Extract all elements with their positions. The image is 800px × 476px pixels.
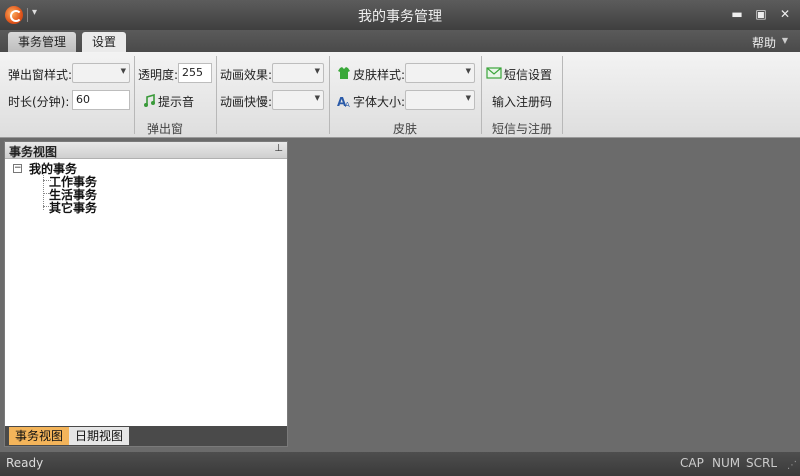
chevron-down-icon: ▼ <box>120 67 126 75</box>
chevron-down-icon: ▼ <box>465 94 471 102</box>
panel-bottom-tabs: 事务视图 日期视图 <box>5 426 287 446</box>
duration-label: 时长(分钟): <box>8 95 70 109</box>
window-title: 我的事务管理 <box>358 9 442 25</box>
chevron-down-icon: ▼ <box>314 67 320 75</box>
sound-button[interactable]: 提示音 <box>158 93 194 110</box>
ribbon-panel: 弹出窗样式: ▼ 时长(分钟): 60 透明度: 255 提示音 动画效果: ▼… <box>0 52 800 138</box>
opacity-label: 透明度: <box>138 68 179 82</box>
tab-date-view[interactable]: 日期视图 <box>69 427 130 445</box>
pin-icon[interactable]: ⊥ <box>274 143 283 154</box>
skin-group-label: 皮肤 <box>392 122 417 136</box>
popup-style-select[interactable]: ▼ <box>72 63 130 83</box>
sms-group-label: 短信与注册 <box>491 122 552 136</box>
minimize-icon[interactable]: ▬ <box>728 6 746 22</box>
font-size-label: 字体大小: <box>353 95 406 109</box>
tab-task-management[interactable]: 事务管理 <box>8 32 77 52</box>
register-code-button[interactable]: 输入注册码 <box>492 93 552 110</box>
anim-speed-select[interactable]: ▼ <box>272 90 324 110</box>
help-menu[interactable]: 帮助 <box>752 34 776 51</box>
group-separator <box>562 56 563 134</box>
num-indicator: NUM <box>712 456 741 470</box>
panel-title: 事务视图 <box>9 145 58 159</box>
font-size-icon: A A <box>337 95 350 108</box>
resize-grip-icon[interactable]: ⋰ <box>787 460 797 471</box>
status-bar: Ready CAP NUM SCRL ⋰ <box>0 452 800 476</box>
caps-indicator: CAP <box>680 456 704 470</box>
tree-line <box>43 173 44 210</box>
tab-task-view[interactable]: 事务视图 <box>9 427 70 445</box>
chevron-down-icon[interactable]: ▼ <box>782 36 788 45</box>
chevron-down-icon: ▼ <box>314 94 320 102</box>
anim-effect-select[interactable]: ▼ <box>272 63 324 83</box>
font-size-select[interactable]: ▼ <box>405 90 475 110</box>
anim-speed-label: 动画快慢: <box>220 95 273 109</box>
duration-input[interactable]: 60 <box>72 90 130 110</box>
skin-style-select[interactable]: ▼ <box>405 63 475 83</box>
envelope-icon <box>486 67 502 79</box>
skin-style-label: 皮肤样式: <box>353 68 406 82</box>
chevron-down-icon: ▼ <box>465 67 471 75</box>
popup-group-label: 弹出窗 <box>146 122 183 136</box>
title-bar: ▾ 我的事务管理 ▬ ▣ ✕ <box>0 0 800 30</box>
panel-header: 事务视图 ⊥ <box>5 142 287 159</box>
task-view-panel: 事务视图 ⊥ − 我的事务 工作事务 生活事务 其它事务 事务视图 日期视图 <box>4 141 288 447</box>
popup-style-label: 弹出窗样式: <box>8 68 73 82</box>
close-icon[interactable]: ✕ <box>776 6 794 22</box>
opacity-input[interactable]: 255 <box>178 63 212 83</box>
anim-effect-label: 动画效果: <box>220 68 273 82</box>
scroll-indicator: SCRL <box>746 456 778 470</box>
svg-text:A: A <box>345 101 350 108</box>
sms-settings-button[interactable]: 短信设置 <box>504 66 552 83</box>
shirt-icon <box>338 67 350 79</box>
ribbon-tab-bar: 事务管理 设置 帮助 ▼ <box>0 30 800 53</box>
status-text: Ready <box>6 456 44 470</box>
tree-node-other[interactable]: 其它事务 <box>49 199 97 216</box>
music-note-icon <box>144 94 155 107</box>
collapse-toggle-icon[interactable]: − <box>13 164 22 173</box>
tab-settings[interactable]: 设置 <box>82 32 127 53</box>
maximize-icon[interactable]: ▣ <box>752 6 770 22</box>
